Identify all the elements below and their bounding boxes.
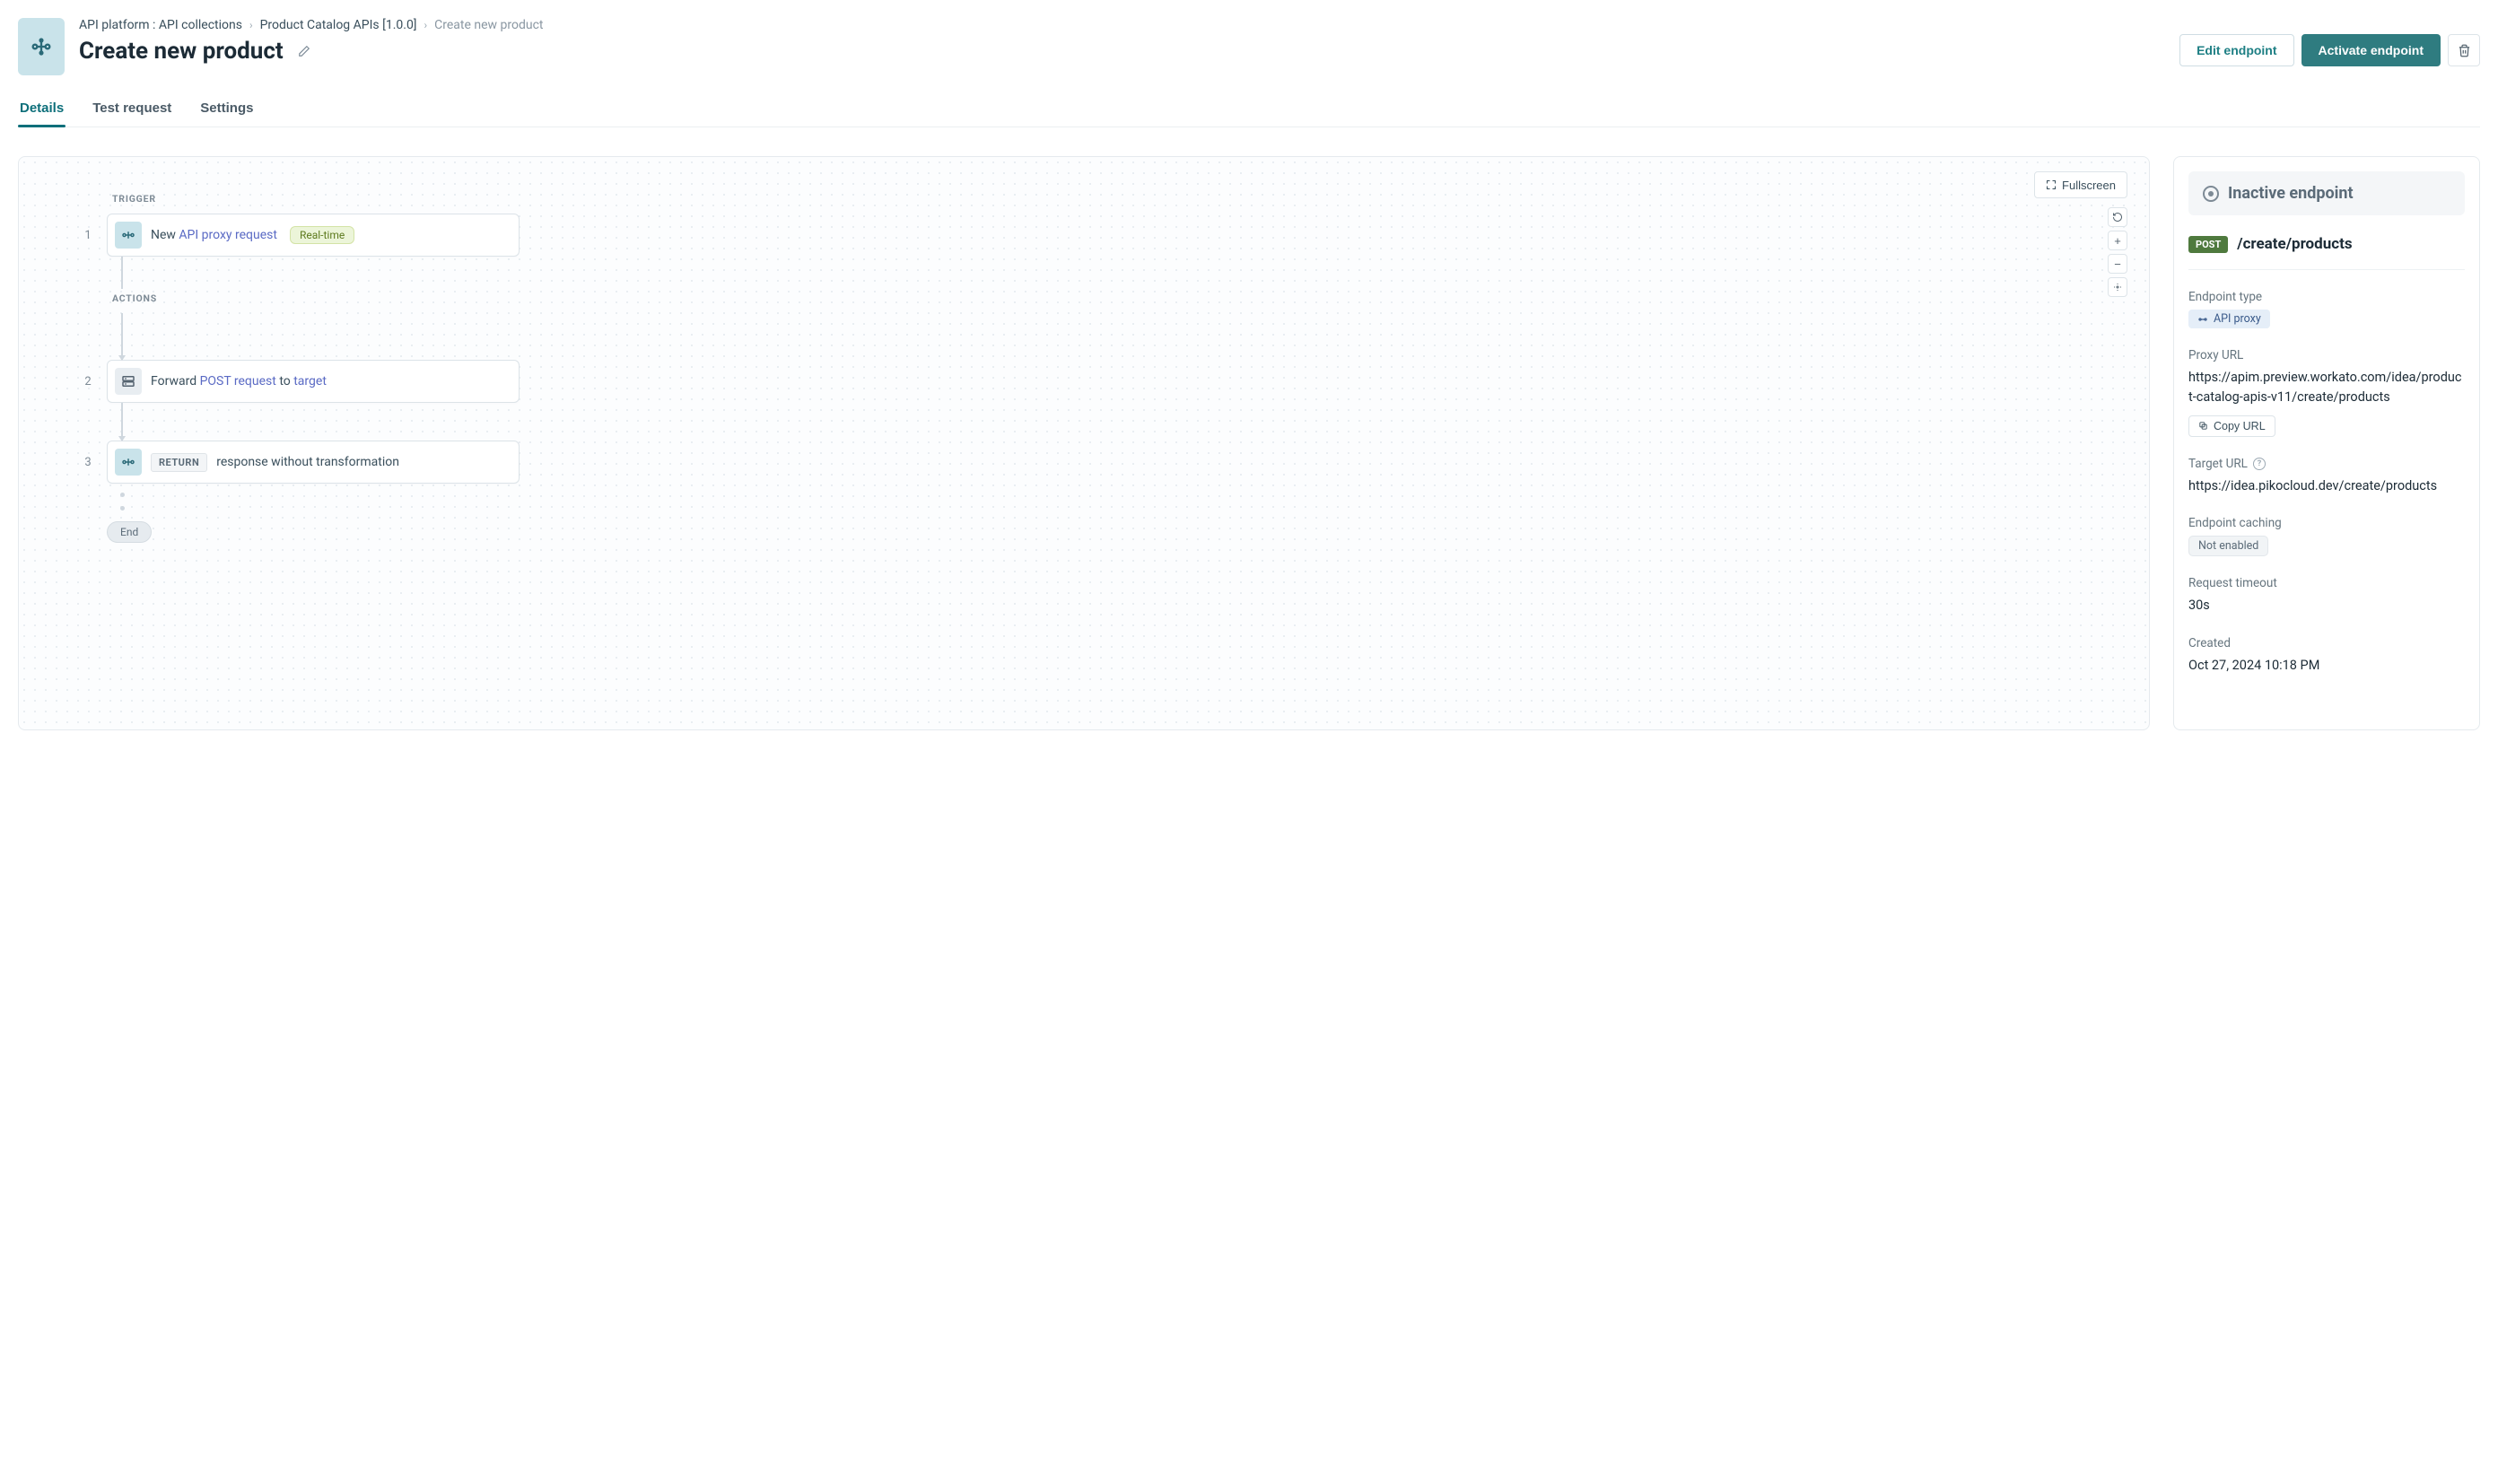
- help-icon[interactable]: ?: [2253, 458, 2266, 470]
- field-label-proxy-url: Proxy URL: [2188, 348, 2465, 362]
- tab-settings[interactable]: Settings: [198, 92, 255, 127]
- timeout-value: 30s: [2188, 596, 2465, 615]
- app-icon: [18, 18, 65, 75]
- step-forward-text: Forward POST request to target: [151, 374, 327, 388]
- return-badge: RETURN: [151, 453, 207, 472]
- fit-icon: [2112, 282, 2123, 292]
- api-proxy-icon: [115, 449, 142, 476]
- endpoint-type-pill: API proxy: [2188, 310, 2270, 328]
- step-return-card[interactable]: RETURN response without transformation: [107, 441, 520, 484]
- tabs: Details Test request Settings: [18, 92, 2480, 127]
- reset-zoom-button[interactable]: [2108, 207, 2127, 227]
- chevron-right-icon: ›: [424, 19, 428, 31]
- breadcrumb-link-1[interactable]: API platform : API collections: [79, 18, 242, 32]
- status-label: Inactive endpoint: [2228, 184, 2354, 203]
- proxy-url-value: https://apim.preview.workato.com/idea/pr…: [2188, 368, 2465, 408]
- step-number: 2: [82, 375, 94, 388]
- step-forward-card[interactable]: Forward POST request to target: [107, 360, 520, 403]
- server-icon: [115, 368, 142, 395]
- field-label-target-url: Target URL ?: [2188, 457, 2465, 471]
- breadcrumb-current: Create new product: [434, 18, 543, 32]
- endpoint-path: /create/products: [2237, 235, 2352, 253]
- copy-url-button[interactable]: Copy URL: [2188, 415, 2275, 437]
- step-number: 1: [82, 229, 94, 242]
- delete-button[interactable]: [2448, 34, 2480, 66]
- breadcrumb-link-2[interactable]: Product Catalog APIs [1.0.0]: [260, 18, 417, 32]
- step-return-text: response without transformation: [216, 455, 399, 469]
- endpoint-details-panel: Inactive endpoint POST /create/products …: [2173, 156, 2480, 730]
- edit-endpoint-button[interactable]: Edit endpoint: [2179, 34, 2293, 66]
- tab-test-request[interactable]: Test request: [91, 92, 173, 127]
- plus-icon: +: [2114, 234, 2121, 248]
- step-trigger-text: New API proxy request: [151, 228, 277, 242]
- method-badge: POST: [2188, 236, 2228, 253]
- chevron-right-icon: ›: [249, 19, 253, 31]
- fullscreen-button[interactable]: Fullscreen: [2034, 171, 2127, 198]
- reset-icon: [2112, 212, 2123, 223]
- created-value: Oct 27, 2024 10:18 PM: [2188, 656, 2465, 676]
- trash-icon: [2458, 44, 2471, 57]
- end-pill: End: [107, 521, 152, 543]
- step-trigger-card[interactable]: New API proxy request Real-time: [107, 214, 520, 257]
- field-label-timeout: Request timeout: [2188, 576, 2465, 590]
- inactive-status-icon: [2203, 186, 2219, 202]
- pencil-icon: [298, 45, 310, 57]
- edit-title-button[interactable]: [294, 41, 314, 61]
- fullscreen-icon: [2046, 179, 2057, 190]
- target-url-value: https://idea.pikocloud.dev/create/produc…: [2188, 476, 2465, 496]
- breadcrumb: API platform : API collections › Product…: [79, 18, 2165, 32]
- field-label-created: Created: [2188, 636, 2465, 650]
- api-proxy-icon: [115, 222, 142, 249]
- caching-value: Not enabled: [2188, 536, 2268, 556]
- status-box: Inactive endpoint: [2188, 171, 2465, 215]
- fullscreen-label: Fullscreen: [2062, 179, 2116, 192]
- realtime-badge: Real-time: [290, 226, 354, 244]
- minus-icon: −: [2114, 258, 2121, 271]
- activate-endpoint-button[interactable]: Activate endpoint: [2301, 34, 2441, 66]
- zoom-out-button[interactable]: −: [2108, 254, 2127, 274]
- zoom-in-button[interactable]: +: [2108, 231, 2127, 250]
- fit-button[interactable]: [2108, 277, 2127, 297]
- section-actions-label: ACTIONS: [112, 292, 2149, 304]
- step-number: 3: [82, 456, 94, 469]
- field-label-endpoint-type: Endpoint type: [2188, 290, 2465, 304]
- field-label-caching: Endpoint caching: [2188, 516, 2465, 530]
- section-trigger-label: TRIGGER: [112, 193, 2149, 205]
- api-proxy-type-icon: [2197, 314, 2208, 325]
- flow-canvas[interactable]: Fullscreen + − TRIGGER 1: [18, 156, 2150, 730]
- page-title: Create new product: [79, 38, 284, 65]
- tab-details[interactable]: Details: [18, 92, 66, 127]
- copy-icon: [2198, 421, 2208, 431]
